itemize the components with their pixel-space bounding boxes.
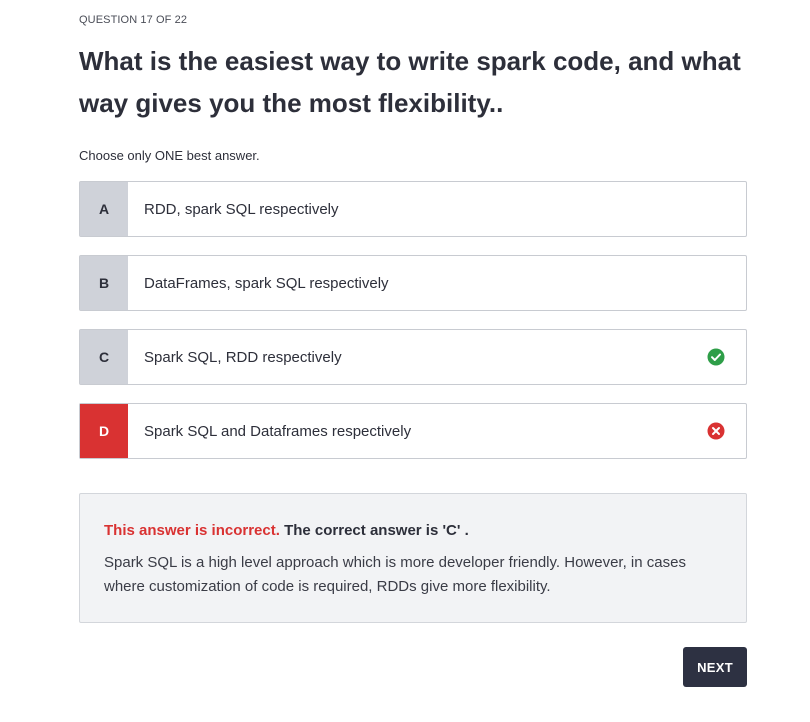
- incorrect-status: [686, 404, 746, 458]
- feedback-explanation: Spark SQL is a high level approach which…: [104, 554, 686, 595]
- x-circle-icon: [707, 422, 725, 440]
- answer-options: A RDD, spark SQL respectively B DataFram…: [79, 181, 747, 477]
- option-text: DataFrames, spark SQL respectively: [144, 274, 389, 292]
- answer-option-d[interactable]: D Spark SQL and Dataframes respectively: [79, 403, 747, 459]
- correct-status: [686, 330, 746, 384]
- option-letter: D: [80, 404, 128, 458]
- option-letter: A: [80, 182, 128, 236]
- option-letter: C: [80, 330, 128, 384]
- feedback-panel: This answer is incorrect. The correct an…: [79, 493, 747, 623]
- option-text: Spark SQL, RDD respectively: [144, 348, 342, 366]
- option-text: Spark SQL and Dataframes respectively: [144, 422, 412, 440]
- feedback-heading: This answer is incorrect. The correct an…: [104, 522, 722, 539]
- instruction-text: Choose only ONE best answer.: [79, 148, 260, 163]
- question-title: What is the easiest way to write spark c…: [79, 46, 741, 118]
- next-button[interactable]: NEXT: [683, 647, 747, 687]
- option-text: RDD, spark SQL respectively: [144, 200, 339, 218]
- answer-option-b[interactable]: B DataFrames, spark SQL respectively: [79, 255, 747, 311]
- correct-answer-label: The correct answer is 'C' .: [284, 522, 469, 539]
- answer-option-a[interactable]: A RDD, spark SQL respectively: [79, 181, 747, 237]
- check-circle-icon: [707, 348, 725, 366]
- result-label: This answer is incorrect.: [104, 522, 280, 539]
- answer-option-c[interactable]: C Spark SQL, RDD respectively: [79, 329, 747, 385]
- question-counter: QUESTION 17 OF 22: [79, 14, 188, 26]
- option-letter: B: [80, 256, 128, 310]
